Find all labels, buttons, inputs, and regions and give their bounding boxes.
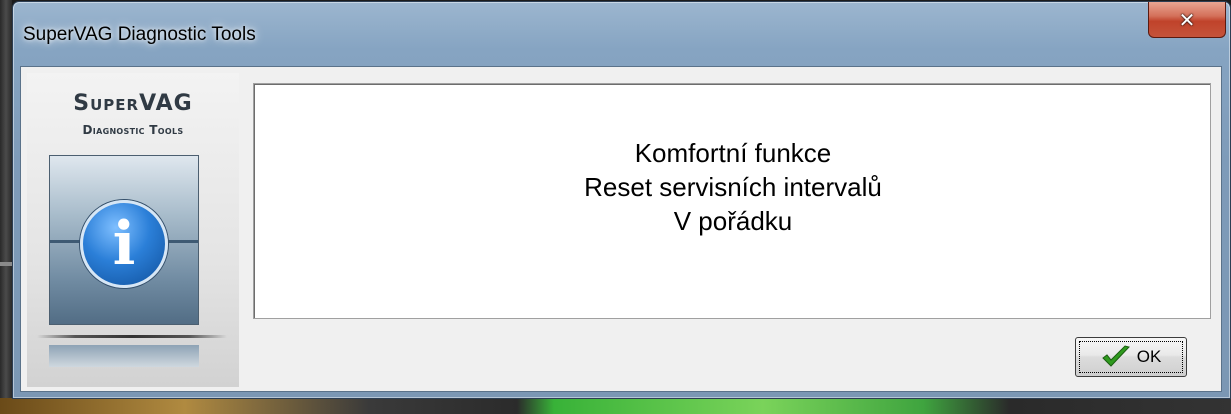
- logo-reflection: [49, 345, 199, 367]
- info-icon: i: [80, 200, 168, 288]
- message-box: Komfortní funkce Reset servisních interv…: [253, 83, 1211, 319]
- background-taskbar-strip: [0, 398, 1231, 414]
- background-left-strip: [0, 0, 12, 414]
- title-bar[interactable]: SuperVAG Diagnostic Tools ✕: [13, 2, 1230, 66]
- checkmark-icon: [1101, 345, 1130, 367]
- logo-title: SuperVAG: [73, 91, 193, 116]
- tile-line-right: [168, 240, 198, 243]
- message-line-3: V pořádku: [673, 206, 793, 236]
- close-button[interactable]: ✕: [1148, 2, 1226, 38]
- logo-subtitle: Diagnostic Tools: [82, 123, 184, 137]
- ok-button[interactable]: OK: [1075, 337, 1187, 377]
- info-tile: i: [49, 155, 199, 325]
- info-glyph: i: [112, 209, 136, 279]
- ok-button-label: OK: [1136, 347, 1162, 366]
- logo-shadow: [37, 335, 227, 338]
- close-icon: ✕: [1178, 7, 1196, 32]
- window-title: SuperVAG Diagnostic Tools: [23, 24, 256, 45]
- tile-line-left: [50, 240, 80, 243]
- message-line-1: Komfortní funkce: [634, 138, 832, 168]
- dialog-window: SuperVAG Diagnostic Tools ✕ SuperVAG Dia…: [12, 1, 1231, 399]
- logo-panel: SuperVAG Diagnostic Tools i: [27, 73, 239, 387]
- message-line-2: Reset servisních intervalů: [584, 172, 882, 202]
- dialog-client-area: SuperVAG Diagnostic Tools i Komfortní fu…: [20, 66, 1222, 392]
